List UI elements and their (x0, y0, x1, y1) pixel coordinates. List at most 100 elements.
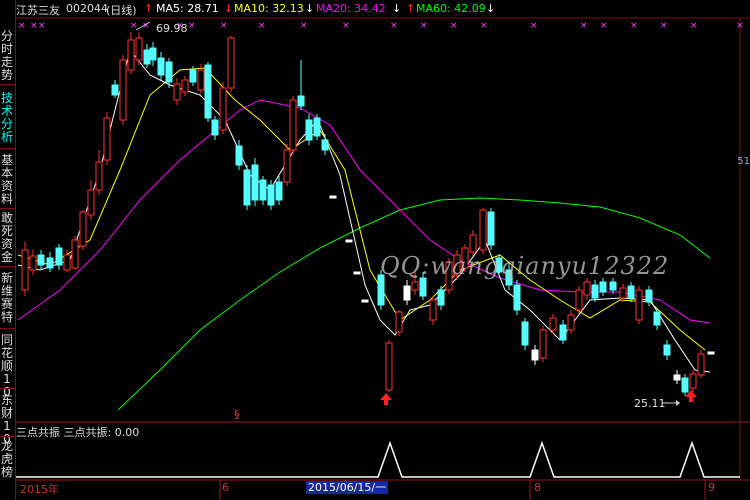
candle (267, 184, 275, 206)
axis-tick: 8 (534, 481, 541, 494)
candle (689, 373, 697, 389)
oscillator-peaks (16, 440, 740, 478)
signal-x-icon: × (420, 21, 428, 31)
candle (591, 284, 599, 299)
candle (283, 149, 291, 183)
candle (663, 344, 671, 356)
candle (219, 87, 227, 131)
signal-marks: × × × × × × × × × × × × × × × × × × × × × × (18, 21, 744, 31)
candle (165, 61, 173, 83)
candle (697, 353, 705, 376)
candle (181, 79, 189, 93)
right-scale-label: 51 (737, 156, 750, 167)
candle (609, 281, 617, 291)
candle (173, 83, 181, 101)
signal-x-icon: × (660, 21, 668, 31)
candle (63, 254, 71, 271)
candle (95, 161, 103, 191)
signal-x-icon: × (258, 21, 266, 31)
candle (707, 351, 715, 355)
candle (289, 99, 297, 151)
candle (559, 324, 567, 341)
candle (619, 287, 627, 299)
candle (149, 47, 157, 61)
signal-x-icon: × (38, 21, 46, 31)
signal-x-icon: × (450, 21, 458, 31)
candle (673, 374, 681, 381)
candle (681, 377, 689, 393)
candle (37, 254, 45, 266)
candle (635, 289, 643, 321)
signal-x-icon: × (220, 21, 228, 31)
candle (111, 84, 119, 96)
candle (87, 189, 95, 216)
signal-x-icon: × (630, 21, 638, 31)
signal-x-icon: × (736, 21, 744, 31)
candle (251, 164, 259, 201)
candle (469, 234, 477, 253)
candle (361, 299, 369, 303)
candle (189, 69, 197, 83)
candle (21, 249, 29, 291)
candle (227, 37, 235, 89)
candle (385, 342, 393, 391)
signal-x-icon: × (530, 21, 538, 31)
candle (143, 49, 151, 65)
signal-x-icon: × (580, 21, 588, 31)
axis-tick: 9 (708, 481, 715, 494)
candle (313, 117, 321, 137)
candle (71, 239, 79, 269)
signal-x-icon: × (480, 21, 488, 31)
low-price-label: 25.11 (634, 397, 666, 410)
signal-x-icon: × (30, 21, 38, 31)
signal-x-icon: × (342, 21, 350, 31)
candle (583, 281, 591, 296)
candle (403, 285, 411, 301)
candle (197, 69, 205, 91)
candle (46, 257, 54, 269)
signal-x-icon: × (690, 21, 698, 31)
candle (419, 277, 427, 297)
candle (275, 181, 283, 201)
candle (531, 349, 539, 361)
candle (567, 314, 575, 331)
candle (235, 145, 243, 166)
candle (119, 59, 127, 121)
candle (627, 285, 635, 299)
candle (55, 247, 63, 266)
candle (329, 195, 337, 199)
candle (645, 289, 653, 303)
signal-x-icon: × (390, 21, 398, 31)
candles (21, 32, 715, 396)
candle (305, 119, 313, 141)
signal-x-icon: × (300, 21, 308, 31)
oscillator-label: 三点共振 三点共振: 0.00 (16, 426, 140, 439)
candle (259, 179, 267, 201)
candle (513, 284, 521, 311)
candle (653, 311, 661, 326)
axis-year: 2015年 (20, 483, 59, 496)
axis-tick: 6 (222, 481, 229, 494)
candle (479, 209, 487, 251)
date-axis: 2015年 6 2015/06/15/一 8 9 (0, 481, 750, 500)
candle (243, 169, 251, 206)
buy-arrow-icon (380, 393, 392, 405)
candle (599, 281, 607, 293)
signal-x-icon: × (600, 21, 608, 31)
candle (127, 39, 135, 71)
candle (353, 271, 361, 275)
candle (487, 211, 495, 246)
candle (437, 289, 445, 306)
candle (411, 281, 419, 291)
candle (135, 37, 143, 61)
candle (211, 119, 219, 136)
signal-x-icon: × (188, 21, 196, 31)
candle (79, 211, 87, 247)
candle (429, 299, 437, 321)
candle (539, 329, 547, 359)
signal-x-icon: × (18, 21, 26, 31)
candle (29, 255, 37, 271)
candle (157, 57, 165, 76)
high-price-label: 69.98 (156, 22, 188, 35)
candle (321, 139, 329, 151)
